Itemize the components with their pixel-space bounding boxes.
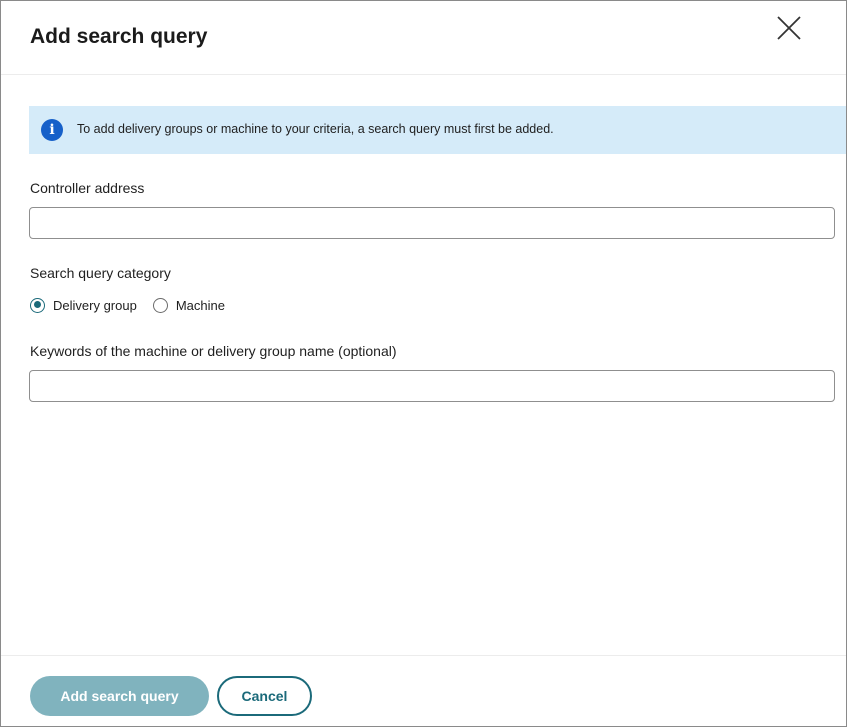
radio-label-delivery-group: Delivery group [53, 297, 137, 313]
keywords-label: Keywords of the machine or delivery grou… [30, 343, 397, 359]
search-query-category-label: Search query category [30, 265, 171, 281]
controller-address-label: Controller address [30, 180, 145, 196]
radio-button-machine[interactable] [152, 297, 168, 313]
info-icon: i [41, 119, 63, 141]
dialog-header: Add search query [1, 1, 846, 75]
cancel-button[interactable]: Cancel [217, 676, 312, 716]
info-banner-text: To add delivery groups or machine to you… [77, 122, 554, 136]
radio-option-machine[interactable]: Machine [152, 297, 225, 313]
add-search-query-button[interactable]: Add search query [30, 676, 209, 716]
close-icon [777, 16, 801, 40]
dialog-title: Add search query [30, 25, 208, 48]
controller-address-input[interactable] [29, 207, 835, 239]
add-search-query-dialog: Add search query i To add delivery group… [0, 0, 847, 727]
radio-option-delivery-group[interactable]: Delivery group [30, 297, 137, 313]
info-banner: i To add delivery groups or machine to y… [29, 106, 846, 154]
radio-button-delivery-group[interactable] [30, 297, 45, 313]
dialog-footer: Add search query Cancel [1, 655, 846, 726]
close-button[interactable] [773, 13, 805, 45]
radio-label-machine: Machine [175, 297, 225, 313]
keywords-input[interactable] [29, 370, 835, 402]
search-query-category-radio-group: Delivery group Machine [30, 296, 241, 314]
